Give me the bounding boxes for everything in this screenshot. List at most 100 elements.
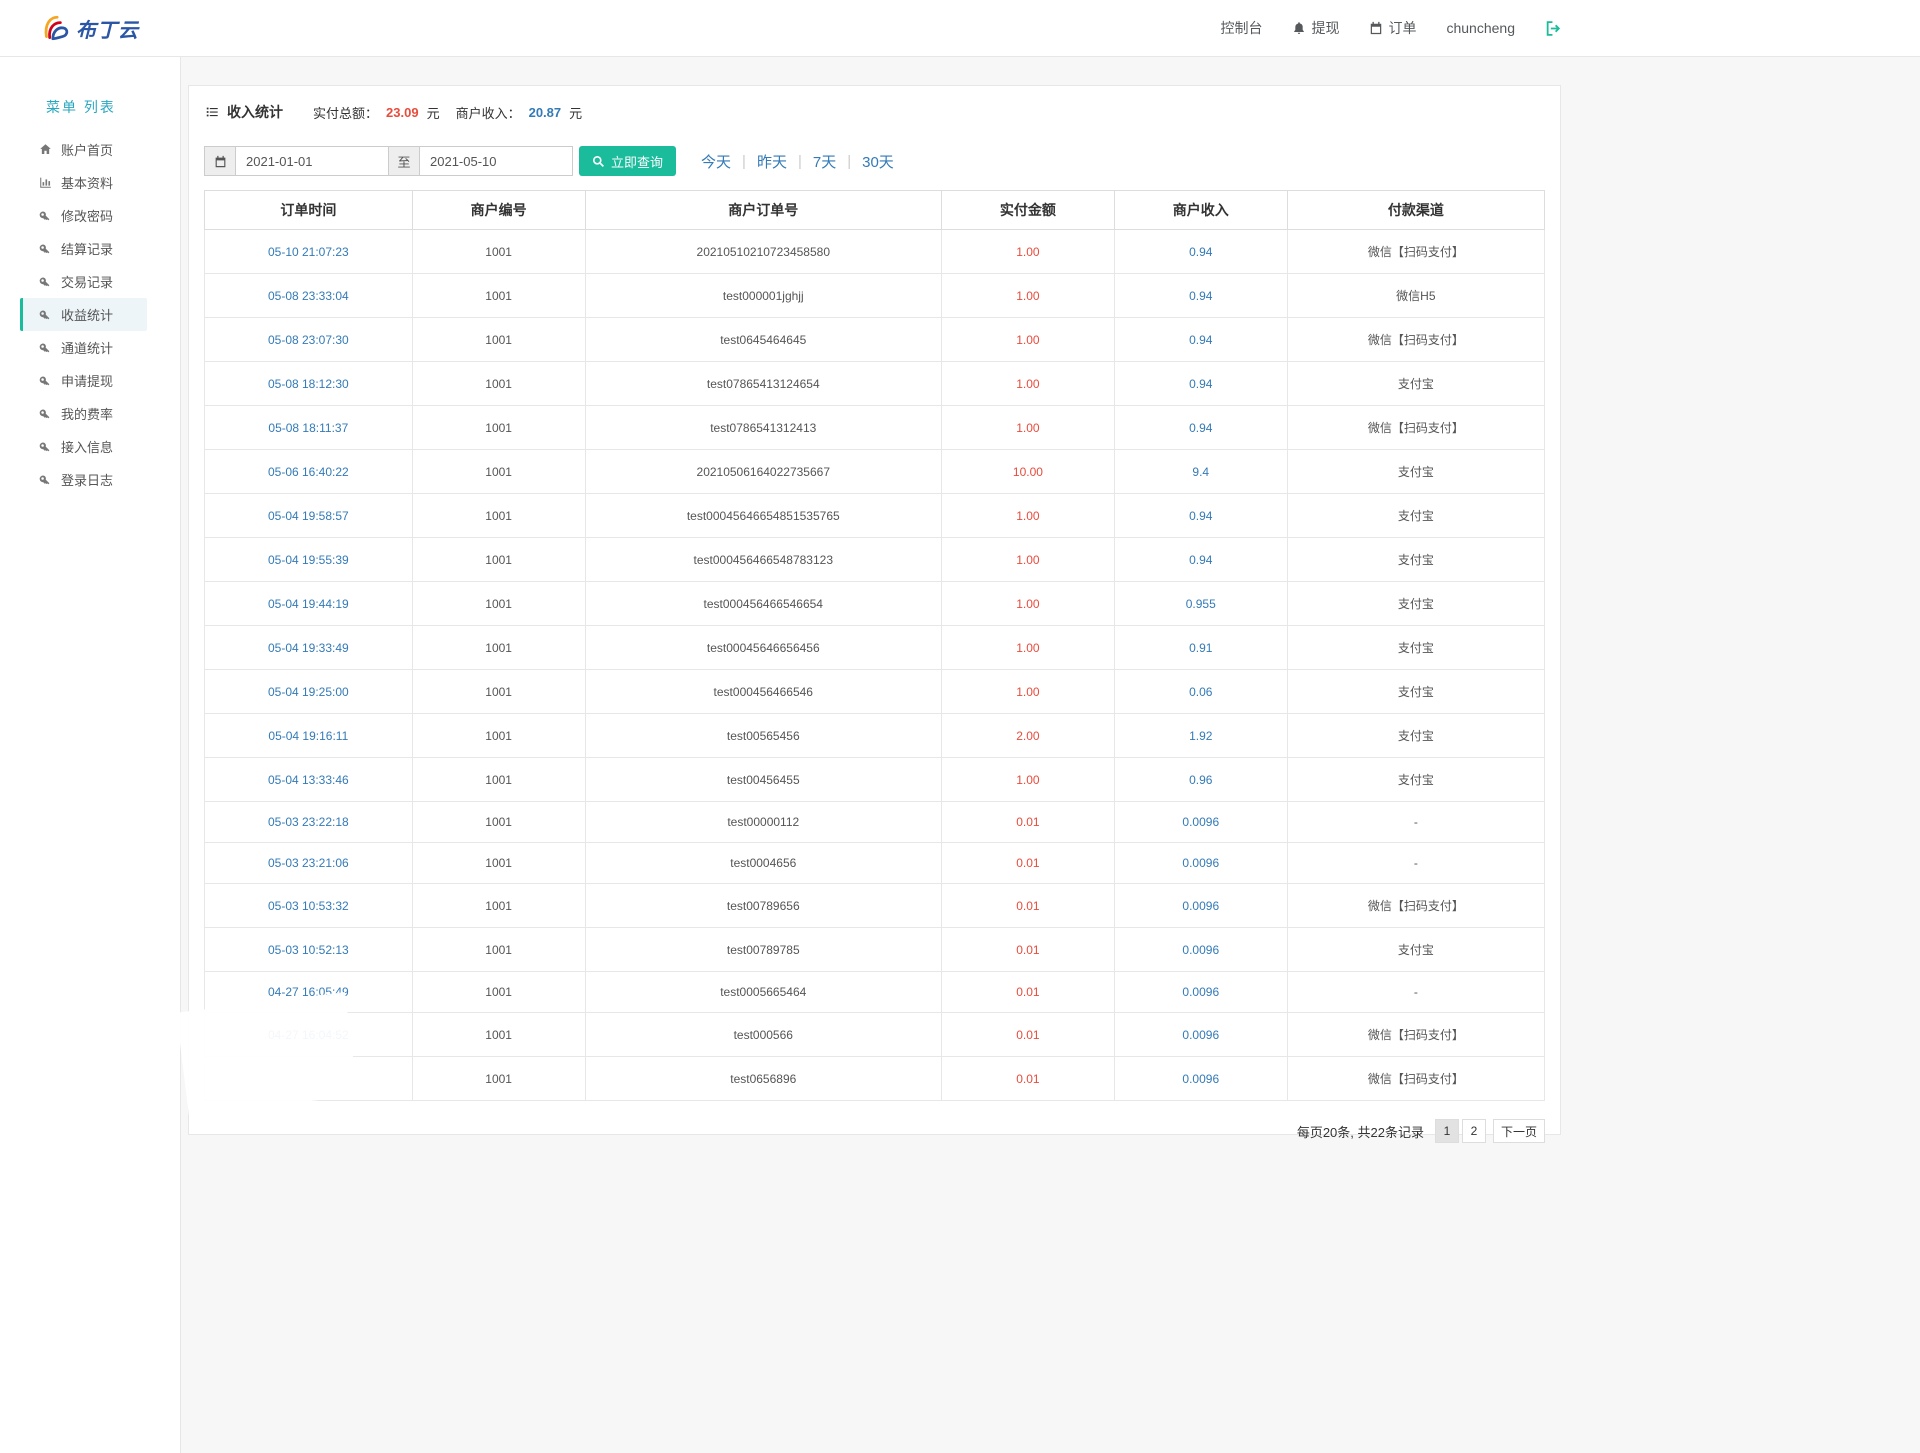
next-page-button[interactable]: 下一页 xyxy=(1493,1119,1545,1143)
table-row: 05-04 13:33:461001test004564551.000.96支付… xyxy=(205,758,1545,802)
merchant-income: 9.4 xyxy=(1114,450,1287,494)
order-time[interactable]: 05-03 10:53:32 xyxy=(205,884,413,928)
merchant-id: 1001 xyxy=(412,538,585,582)
sidebar-item-label: 修改密码 xyxy=(61,206,113,225)
quick-link-2[interactable]: 昨天 xyxy=(746,151,798,172)
paid-amount: 1.00 xyxy=(941,582,1114,626)
pagination-summary: 每页20条, 共22条记录 xyxy=(1297,1122,1424,1141)
sidebar-menu: 账户首页基本资料修改密码结算记录交易记录收益统计通道统计申请提现我的费率接入信息… xyxy=(0,133,180,496)
order-time[interactable]: 05-06 16:40:22 xyxy=(205,450,413,494)
nav-link-1[interactable]: 控制台 xyxy=(1220,18,1262,38)
payment-channel: - xyxy=(1287,802,1544,843)
sidebar-item-7[interactable]: 通道统计 xyxy=(0,331,180,364)
order-time[interactable]: 05-04 19:33:49 xyxy=(205,626,413,670)
order-time[interactable]: 05-03 10:52:13 xyxy=(205,928,413,972)
column-header: 付款渠道 xyxy=(1287,191,1544,230)
key-icon xyxy=(38,309,52,321)
order-time[interactable]: 05-04 19:58:57 xyxy=(205,494,413,538)
income-total-value: 20.87 xyxy=(529,105,562,120)
order-time[interactable]: 05-04 19:55:39 xyxy=(205,538,413,582)
paid-amount: 1.00 xyxy=(941,626,1114,670)
paid-amount: 1.00 xyxy=(941,406,1114,450)
nav-link-label: 订单 xyxy=(1388,18,1416,38)
sidebar-item-6[interactable]: 收益统计 xyxy=(20,298,147,331)
merchant-id: 1001 xyxy=(412,843,585,884)
quick-link-3[interactable]: 7天 xyxy=(802,151,847,172)
sidebar-item-11[interactable]: 登录日志 xyxy=(0,463,180,496)
sidebar-item-1[interactable]: 账户首页 xyxy=(0,133,180,166)
sidebar-item-label: 收益统计 xyxy=(61,305,113,324)
logout-icon[interactable] xyxy=(1545,20,1562,37)
paid-amount: 0.01 xyxy=(941,928,1114,972)
order-time[interactable]: 05-04 13:33:46 xyxy=(205,758,413,802)
top-navbar: 布丁云 控制台 提现 订单 chuncheng xyxy=(0,0,1920,57)
sidebar-item-3[interactable]: 修改密码 xyxy=(0,199,180,232)
merchant-income: 0.06 xyxy=(1114,670,1287,714)
payment-channel: 支付宝 xyxy=(1287,626,1544,670)
income-stats-card: 收入统计 实付总额： 23.09 元 商户收入： 20.87 元 至 xyxy=(188,85,1561,1135)
order-time[interactable]: 05-04 19:44:19 xyxy=(205,582,413,626)
order-time[interactable]: 05-08 18:11:37 xyxy=(205,406,413,450)
sidebar-item-8[interactable]: 申请提现 xyxy=(0,364,180,397)
order-time[interactable]: 05-10 21:07:23 xyxy=(205,230,413,274)
paid-amount: 1.00 xyxy=(941,758,1114,802)
order-time[interactable]: 05-08 18:12:30 xyxy=(205,362,413,406)
sidebar-item-5[interactable]: 交易记录 xyxy=(0,265,180,298)
paid-amount: 0.01 xyxy=(941,884,1114,928)
order-time[interactable]: 04-27 16:04:52 xyxy=(205,1013,413,1057)
order-time[interactable]: 05-03 23:22:18 xyxy=(205,802,413,843)
sidebar-title: 菜单 列表 xyxy=(0,85,180,133)
order-time[interactable] xyxy=(205,1057,413,1101)
quick-link-1[interactable]: 今天 xyxy=(690,151,742,172)
calendar-icon xyxy=(204,146,236,176)
merchant-income: 1.92 xyxy=(1114,714,1287,758)
payment-channel: 支付宝 xyxy=(1287,928,1544,972)
table-row: 05-06 16:40:2210012021050616402273566710… xyxy=(205,450,1545,494)
table-row: 05-04 19:58:571001test000456466548515357… xyxy=(205,494,1545,538)
income-total-label: 商户收入： xyxy=(456,103,521,122)
sidebar-item-10[interactable]: 接入信息 xyxy=(0,430,180,463)
nav-link-2[interactable]: 提现 xyxy=(1292,18,1339,38)
paid-amount: 1.00 xyxy=(941,318,1114,362)
query-button[interactable]: 立即查询 xyxy=(579,146,676,176)
nav-link-label: 控制台 xyxy=(1220,18,1262,38)
brand-logo-icon xyxy=(40,13,70,43)
nav-link-3[interactable]: 订单 xyxy=(1369,18,1416,38)
sidebar-item-9[interactable]: 我的费率 xyxy=(0,397,180,430)
date-from-input[interactable] xyxy=(235,146,389,176)
page-button-1[interactable]: 1 xyxy=(1435,1119,1459,1143)
card-header: 收入统计 实付总额： 23.09 元 商户收入： 20.87 元 xyxy=(189,86,1560,130)
order-time[interactable]: 05-08 23:07:30 xyxy=(205,318,413,362)
merchant-id: 1001 xyxy=(412,972,585,1013)
query-button-label: 立即查询 xyxy=(611,152,663,171)
brand[interactable]: 布丁云 xyxy=(40,13,139,43)
merchant-order-no: test0645464645 xyxy=(585,318,941,362)
merchant-income: 0.0096 xyxy=(1114,928,1287,972)
order-time[interactable]: 05-08 23:33:04 xyxy=(205,274,413,318)
date-to-input[interactable] xyxy=(419,146,573,176)
merchant-id: 1001 xyxy=(412,582,585,626)
key-icon xyxy=(38,276,52,288)
sidebar-item-label: 申请提现 xyxy=(61,371,113,390)
sidebar-item-2[interactable]: 基本资料 xyxy=(0,166,180,199)
merchant-id: 1001 xyxy=(412,670,585,714)
chart-icon xyxy=(38,176,52,189)
order-time[interactable]: 05-04 19:16:11 xyxy=(205,714,413,758)
quick-link-4[interactable]: 30天 xyxy=(851,151,905,172)
page-button-2[interactable]: 2 xyxy=(1462,1119,1486,1143)
order-time[interactable]: 04-27 16:05:49 xyxy=(205,972,413,1013)
column-header: 实付金额 xyxy=(941,191,1114,230)
merchant-order-no: test000566 xyxy=(585,1013,941,1057)
paid-amount: 1.00 xyxy=(941,538,1114,582)
payment-channel: 支付宝 xyxy=(1287,758,1544,802)
key-icon xyxy=(38,342,52,354)
nav-link-4[interactable]: chuncheng xyxy=(1446,20,1515,36)
merchant-income: 0.94 xyxy=(1114,406,1287,450)
table-row: 05-04 19:16:111001test005654562.001.92支付… xyxy=(205,714,1545,758)
order-time[interactable]: 05-03 23:21:06 xyxy=(205,843,413,884)
merchant-id: 1001 xyxy=(412,450,585,494)
order-time[interactable]: 05-04 19:25:00 xyxy=(205,670,413,714)
sidebar-item-4[interactable]: 结算记录 xyxy=(0,232,180,265)
column-header: 订单时间 xyxy=(205,191,413,230)
payment-channel: 微信H5 xyxy=(1287,274,1544,318)
